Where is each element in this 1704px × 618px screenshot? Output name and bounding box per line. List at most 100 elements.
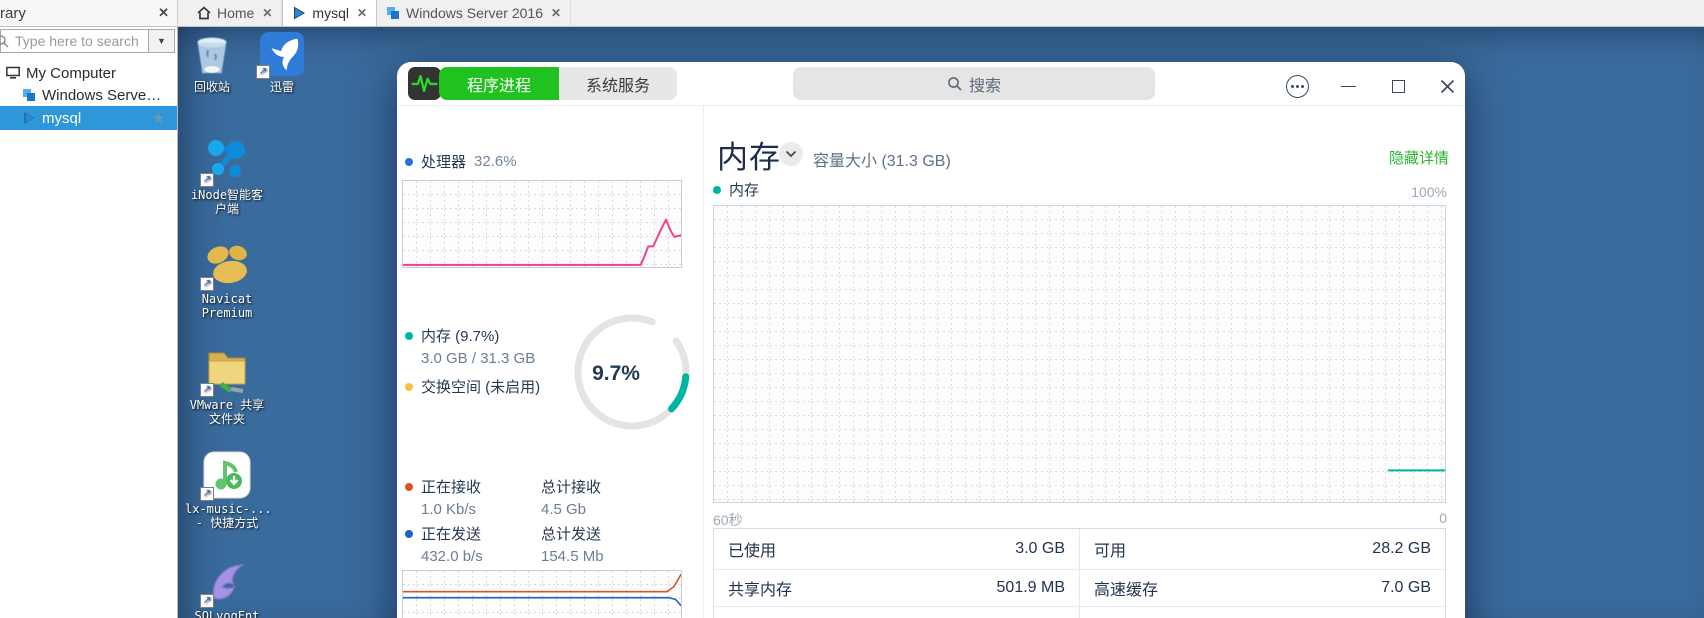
ellipsis-icon <box>1285 74 1309 98</box>
tab-services[interactable]: 系统服务 <box>559 67 677 100</box>
desktop-icon-sqlyog[interactable]: ↗ SQLyogEnt <box>185 556 269 618</box>
desktop-icon-thunder[interactable]: ↗ 迅雷 <box>248 31 316 94</box>
vm-cubes-icon <box>387 7 400 19</box>
search-dropdown-button[interactable]: ▼ <box>148 30 174 52</box>
x-axis-right: 0 <box>1439 510 1447 526</box>
hide-details-link[interactable]: 隐藏详情 <box>1389 147 1449 168</box>
icon-label: 回收站 <box>193 80 230 94</box>
icon-label: - 快捷方式 <box>195 516 259 530</box>
favorite-star-icon[interactable]: ★ <box>152 109 165 127</box>
chevron-down-icon[interactable] <box>779 142 803 166</box>
receiving-dot-icon <box>405 482 413 491</box>
tab-close-icon[interactable]: ✕ <box>262 6 272 20</box>
x-axis-left: 60秒 <box>713 512 743 528</box>
menu-button[interactable] <box>1282 71 1312 101</box>
library-search-input[interactable] <box>11 30 148 52</box>
icon-label: iNode智能客 <box>190 188 264 202</box>
minimize-icon <box>1340 85 1356 87</box>
maximize-icon <box>1391 79 1405 93</box>
tree-item-windows-server[interactable]: Windows Serve… <box>0 84 177 106</box>
tree-item-label: Windows Serve… <box>42 86 162 104</box>
cell-label: 高速缓存 <box>1094 582 1159 599</box>
monitor-titlebar[interactable]: 程序进程 系统服务 搜索 <box>397 62 1465 106</box>
shortcut-arrow-icon: ↗ <box>256 65 270 79</box>
tab-processes[interactable]: 程序进程 <box>439 67 559 100</box>
icon-label: Navicat <box>201 292 253 306</box>
shortcut-arrow-icon: ↗ <box>200 383 214 397</box>
memory-ring-gauge: 9.7% <box>570 310 694 434</box>
vm-tab-windows-server-2016[interactable]: Windows Server 2016 ✕ <box>377 0 572 26</box>
total-sent-header: 总计发送 <box>541 523 601 544</box>
table-row: 已使用 3.0 GB 可用 28.2 GB <box>714 529 1445 569</box>
icon-label: Premium <box>201 306 253 320</box>
vm-tab-label: Home <box>217 5 255 21</box>
memory-label: 内存 (9.7%) <box>421 328 500 345</box>
legend-label: 内存 <box>729 182 760 199</box>
vm-play-icon <box>24 112 34 124</box>
cell-label: 已使用 <box>728 543 777 560</box>
search-icon <box>948 77 962 91</box>
receiving-value: 1.0 Kb/s <box>421 501 477 518</box>
legend-dot-icon <box>713 185 721 194</box>
desktop-icon-vmware-shared-folder[interactable]: ↗ VMware 共享 文件夹 <box>185 343 269 426</box>
total-sent-value: 154.5 Mb <box>541 548 604 565</box>
monitor-tab-switcher: 程序进程 系统服务 <box>439 67 677 100</box>
vm-tab-home[interactable]: Home ✕ <box>188 0 283 26</box>
vm-desktop: 回收站 ↗ 迅雷 ↗ iNode智能客 户端 ↗ Navicat Premium… <box>178 27 1704 618</box>
system-monitor-app-icon <box>408 67 441 100</box>
cell-value: 3.0 GB <box>1015 540 1065 557</box>
desktop-icon-navicat[interactable]: ↗ Navicat Premium <box>185 241 269 320</box>
tab-close-icon[interactable]: ✕ <box>551 6 561 20</box>
tree-item-label: My Computer <box>26 64 117 82</box>
cell-value: 7.0 GB <box>1381 579 1431 596</box>
desktop-icon-lx-music[interactable]: ↗ lx-music-... - 快捷方式 <box>185 451 272 530</box>
icon-label: lx-music-... <box>185 502 272 516</box>
minimize-button[interactable] <box>1333 71 1363 101</box>
library-search-box: ▼ <box>0 29 175 53</box>
icon-label: 户端 <box>214 202 239 216</box>
library-panel-title: rary <box>0 4 26 22</box>
cpu-value: 32.6% <box>474 153 517 170</box>
maximize-button[interactable] <box>1383 71 1413 101</box>
memory-section-header: 内存 (9.7%) <box>405 325 499 346</box>
icon-label: SQLyogEnt <box>194 609 260 618</box>
desktop-icon-recycle-bin[interactable]: 回收站 <box>178 31 246 94</box>
table-row <box>714 606 1445 618</box>
shortcut-arrow-icon: ↗ <box>200 277 214 291</box>
sending-header: 正在发送 <box>405 523 481 544</box>
vm-tab-bar: Home ✕ mysql ✕ Windows Server 2016 ✕ <box>188 0 572 26</box>
tab-close-icon[interactable]: ✕ <box>357 6 367 20</box>
monitor-right-panel: 内存 容量大小 (31.3 GB) 隐藏详情 内存 100% 60秒 0 已使用… <box>705 106 1465 618</box>
library-sidebar: ▼ My Computer Windows Serve… mysql ★ <box>0 27 178 618</box>
cell-value: 28.2 GB <box>1372 540 1431 557</box>
memory-page-title: 内存 <box>717 140 781 175</box>
tree-item-my-computer[interactable]: My Computer <box>0 62 177 84</box>
shortcut-arrow-icon: ↗ <box>200 173 214 187</box>
swap-dot-icon <box>405 382 413 391</box>
desktop-icon-inode[interactable]: ↗ iNode智能客 户端 <box>185 137 269 216</box>
memory-dot-icon <box>405 331 413 340</box>
computer-icon <box>6 66 20 79</box>
memory-detail: 3.0 GB / 31.3 GB <box>421 350 536 367</box>
top-bar: rary ✕ Home ✕ mysql ✕ Windows Server 201… <box>0 0 1704 27</box>
vm-play-icon <box>294 6 306 20</box>
ring-value: 9.7% <box>592 362 640 385</box>
cell-value: 501.9 MB <box>996 579 1065 596</box>
close-button[interactable] <box>1432 71 1462 101</box>
cell-label: 可用 <box>1094 543 1127 560</box>
tree-item-mysql[interactable]: mysql ★ <box>0 106 177 130</box>
vm-tab-mysql[interactable]: mysql ✕ <box>282 0 378 26</box>
receiving-header: 正在接收 <box>405 476 481 497</box>
y-axis-max: 100% <box>1411 184 1447 200</box>
cpu-graph <box>402 180 682 268</box>
memory-stats-table: 已使用 3.0 GB 可用 28.2 GB 共享内存 501.9 MB 高速缓存 7.0… <box>713 528 1446 618</box>
sending-label: 正在发送 <box>421 526 482 543</box>
icon-label: 迅雷 <box>269 80 294 94</box>
icon-label: 文件夹 <box>208 412 245 426</box>
cpu-label: 处理器 <box>421 154 467 171</box>
swap-label: 交换空间 (未启用) <box>421 379 541 396</box>
monitor-search-input[interactable]: 搜索 <box>793 67 1155 100</box>
monitor-left-panel: 处理器 32.6% 内存 (9.7%) 3.0 GB / 31.3 GB 交换空… <box>397 106 704 618</box>
library-close-icon[interactable]: ✕ <box>158 5 169 21</box>
cpu-section-header: 处理器 32.6% <box>405 151 517 172</box>
